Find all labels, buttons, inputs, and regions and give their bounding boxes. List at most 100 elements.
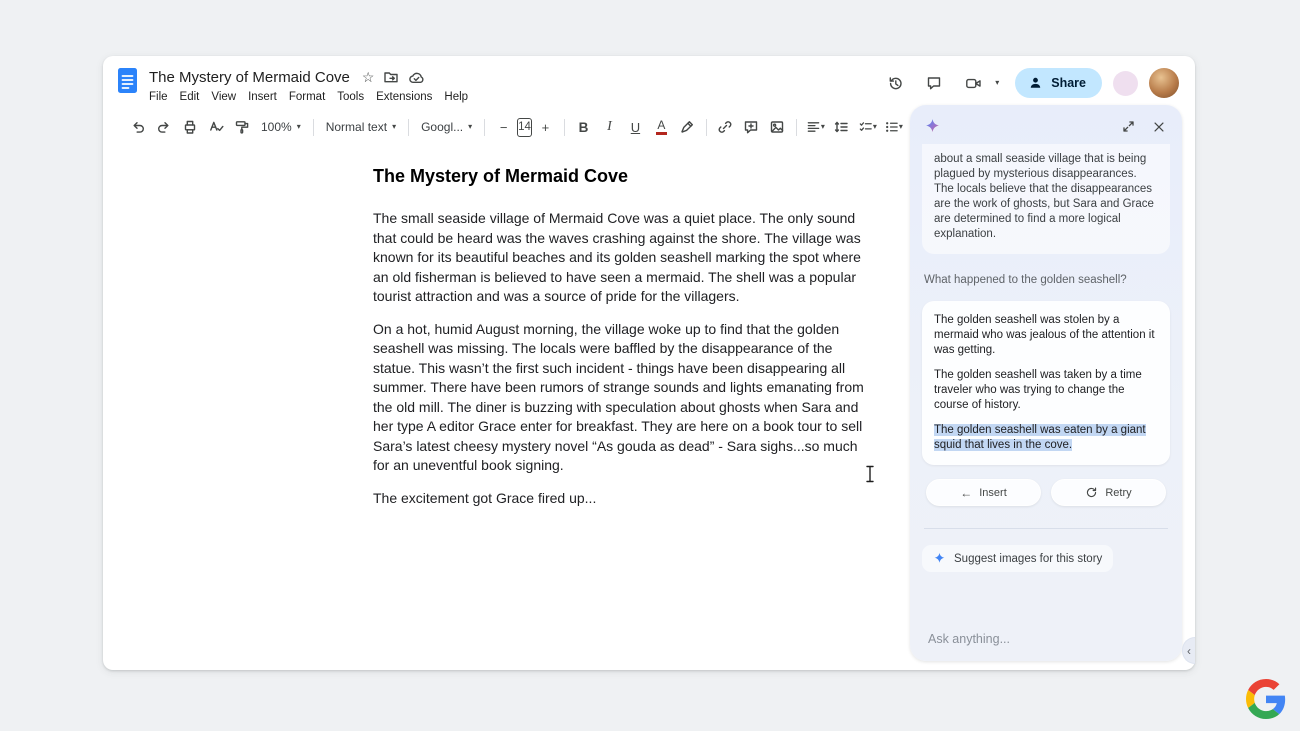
menu-help[interactable]: Help xyxy=(438,89,474,105)
share-button[interactable]: Share xyxy=(1015,68,1102,98)
bulleted-list-icon xyxy=(884,119,899,135)
toolbar-separator xyxy=(706,119,707,136)
ai-option-2[interactable]: The golden seashell was taken by a time … xyxy=(934,368,1158,413)
decrease-font-size-button[interactable]: − xyxy=(491,115,516,139)
checklist-button[interactable]: ▾ xyxy=(855,115,880,139)
retry-button[interactable]: Retry xyxy=(1051,479,1166,506)
highlight-color-button[interactable] xyxy=(675,115,700,139)
suggest-images-chip[interactable]: Suggest images for this story xyxy=(922,545,1113,572)
chevron-down-icon: ▾ xyxy=(392,123,396,131)
link-icon xyxy=(717,119,733,135)
chevron-down-icon: ▾ xyxy=(995,79,999,87)
expand-icon xyxy=(1121,119,1136,134)
underline-button[interactable]: U xyxy=(623,115,648,139)
ai-answer-card: The golden seashell was stolen by a merm… xyxy=(922,301,1170,465)
redo-button[interactable] xyxy=(151,115,176,139)
presence-avatar[interactable] xyxy=(1113,71,1138,96)
title-row: The Mystery of Mermaid Cove ☆ xyxy=(149,66,881,88)
text-color-button[interactable]: A xyxy=(649,115,674,139)
toolbar-separator xyxy=(408,119,409,136)
titlebar: The Mystery of Mermaid Cove ☆ File Edit … xyxy=(103,56,1195,105)
call-options-button[interactable]: ▾ xyxy=(990,69,1004,97)
line-spacing-button[interactable] xyxy=(829,115,854,139)
insert-link-button[interactable] xyxy=(713,115,738,139)
account-avatar[interactable] xyxy=(1149,68,1179,98)
menu-format[interactable]: Format xyxy=(283,89,331,105)
title-column: The Mystery of Mermaid Cove ☆ File Edit … xyxy=(149,66,881,105)
ai-context-card: about a small seaside village that is be… xyxy=(922,144,1170,254)
move-folder-icon[interactable] xyxy=(383,69,399,85)
doc-heading: The Mystery of Mermaid Cove xyxy=(373,166,873,187)
toolbar-separator xyxy=(313,119,314,136)
paint-roller-icon xyxy=(234,119,250,135)
spellcheck-button[interactable] xyxy=(203,115,228,139)
close-panel-button[interactable] xyxy=(1150,118,1168,136)
toolbar-separator xyxy=(564,119,565,136)
zoom-select[interactable]: 100% ▾ xyxy=(255,115,307,139)
menu-view[interactable]: View xyxy=(205,89,242,105)
titlebar-actions: ▾ Share xyxy=(881,68,1179,98)
menu-tools[interactable]: Tools xyxy=(331,89,370,105)
font-value: Googl... xyxy=(421,120,463,134)
menu-file[interactable]: File xyxy=(143,89,174,105)
undo-button[interactable] xyxy=(125,115,150,139)
document-canvas[interactable]: The Mystery of Mermaid Cove The small se… xyxy=(373,166,873,521)
align-button[interactable]: ▾ xyxy=(803,115,828,139)
retry-button-label: Retry xyxy=(1105,487,1131,499)
ai-option-1[interactable]: The golden seashell was stolen by a merm… xyxy=(934,313,1158,358)
menu-extensions[interactable]: Extensions xyxy=(370,89,438,105)
doc-paragraph-1: The small seaside village of Mermaid Cov… xyxy=(373,209,873,307)
chevron-down-icon: ▾ xyxy=(821,123,825,131)
docs-app-window: The Mystery of Mermaid Cove ☆ File Edit … xyxy=(103,56,1195,670)
highlighter-icon xyxy=(679,119,695,135)
join-call-button[interactable] xyxy=(959,69,987,97)
insert-image-button[interactable] xyxy=(765,115,790,139)
star-icon[interactable]: ☆ xyxy=(362,70,375,84)
history-icon xyxy=(887,75,904,92)
answer-actions: ← Insert Retry xyxy=(926,479,1166,506)
ask-input[interactable] xyxy=(926,631,1166,647)
zoom-value: 100% xyxy=(261,120,292,134)
bulleted-list-button[interactable]: ▾ xyxy=(881,115,906,139)
font-size-input[interactable]: 14 xyxy=(517,118,532,137)
suggest-images-label: Suggest images for this story xyxy=(954,553,1102,565)
paragraph-style-select[interactable]: Normal text ▾ xyxy=(320,115,402,139)
chevron-down-icon: ▾ xyxy=(468,123,472,131)
document-title[interactable]: The Mystery of Mermaid Cove xyxy=(149,69,350,86)
insert-button[interactable]: ← Insert xyxy=(926,479,1041,506)
chevron-down-icon: ▾ xyxy=(297,123,301,131)
checklist-icon xyxy=(858,119,873,135)
comment-add-icon xyxy=(743,119,759,135)
image-icon xyxy=(769,119,785,135)
collapse-panel-handle[interactable]: ‹ xyxy=(1182,637,1195,664)
text-color-icon: A xyxy=(656,119,667,135)
add-comment-button[interactable] xyxy=(739,115,764,139)
video-camera-icon xyxy=(965,75,982,92)
align-left-icon xyxy=(806,119,821,135)
meet-call-control: ▾ xyxy=(959,69,1004,97)
print-icon xyxy=(182,119,198,135)
menu-insert[interactable]: Insert xyxy=(242,89,283,105)
bold-button[interactable]: B xyxy=(571,115,596,139)
italic-button[interactable]: I xyxy=(597,115,622,139)
menu-edit[interactable]: Edit xyxy=(174,89,206,105)
undo-icon xyxy=(130,119,146,135)
font-select[interactable]: Googl... ▾ xyxy=(415,115,478,139)
gemini-panel: about a small seaside village that is be… xyxy=(910,105,1182,661)
doc-paragraph-2: On a hot, humid August morning, the vill… xyxy=(373,320,873,476)
selected-text-highlight: The golden seashell was eaten by a giant… xyxy=(934,424,1146,451)
line-spacing-icon xyxy=(833,119,849,135)
version-history-button[interactable] xyxy=(881,69,909,97)
print-button[interactable] xyxy=(177,115,202,139)
increase-font-size-button[interactable]: + xyxy=(533,115,558,139)
share-button-label: Share xyxy=(1051,76,1086,90)
close-icon xyxy=(1152,120,1166,134)
ai-option-3-selected[interactable]: The golden seashell was eaten by a giant… xyxy=(934,423,1158,453)
paragraph-style-value: Normal text xyxy=(326,120,387,134)
docs-app-icon[interactable] xyxy=(117,67,138,94)
chevron-left-icon: ‹ xyxy=(1187,644,1191,658)
comments-button[interactable] xyxy=(920,69,948,97)
paint-format-button[interactable] xyxy=(229,115,254,139)
expand-panel-button[interactable] xyxy=(1119,117,1138,136)
cloud-status-icon[interactable] xyxy=(408,70,425,85)
